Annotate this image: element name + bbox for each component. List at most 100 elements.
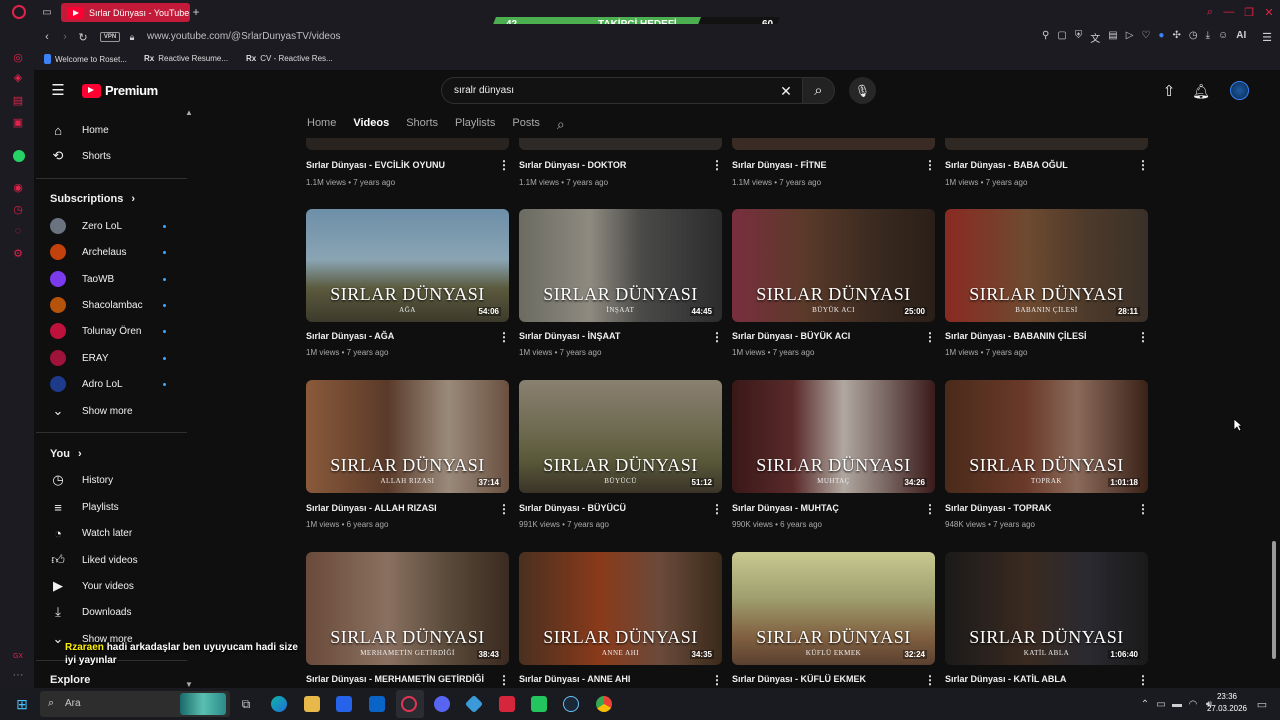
sidebar-item-subscription[interactable]: TaoWB [50, 267, 114, 291]
gx-icon[interactable]: GX [12, 650, 24, 662]
sidebar-scroll-up-icon[interactable]: ▲ [185, 108, 193, 117]
more-options-icon[interactable]: ⋮ [711, 674, 723, 686]
reader-icon[interactable]: ▤ [1108, 30, 1117, 44]
windows-start-icon[interactable]: ⊞ [14, 696, 30, 712]
shield-icon[interactable]: ⛨ [1075, 30, 1083, 44]
discord-icon[interactable] [434, 696, 450, 712]
video-card[interactable]: SIRLAR DÜNYASI İNŞAAT 44:45 Sırlar Dünya… [519, 209, 723, 364]
more-options-icon[interactable]: ⋮ [498, 331, 510, 343]
more-options-icon[interactable]: ⋮ [924, 159, 936, 171]
workspaces-icon[interactable]: ◈ [12, 71, 24, 84]
video-card[interactable]: SIRLAR DÜNYASI MERHAMETİN GETİRDİĞİ 38:4… [306, 552, 510, 688]
history-icon-browser[interactable]: ◷ [1189, 30, 1198, 44]
subscriptions-header[interactable]: Subscriptions › [50, 187, 135, 211]
puzzle-icon[interactable]: ✣ [1172, 30, 1180, 44]
minimize-button[interactable]: — [1222, 5, 1236, 19]
video-title[interactable]: Sırlar Dünyası - EVCİLİK OYUNU [306, 160, 445, 170]
clock[interactable]: 23:36 27.03.2026 [1202, 691, 1252, 715]
more-options-icon[interactable]: ⋮ [1137, 159, 1149, 171]
video-card[interactable]: SIRLAR DÜNYASI MUHTAÇ 34:26 Sırlar Dünya… [732, 380, 936, 535]
ai-button[interactable]: AI [1236, 30, 1246, 44]
tab-shorts[interactable]: Shorts [406, 117, 438, 133]
video-card[interactable]: Sırlar Dünyası - EVCİLİK OYUNU 1.1M view… [306, 150, 510, 190]
video-thumbnail[interactable]: SIRLAR DÜNYASI ALLAH RIZASI 37:14 [306, 380, 509, 493]
maximize-button[interactable]: ❐ [1242, 5, 1256, 19]
app-icon-green[interactable] [531, 696, 547, 712]
video-title[interactable]: Sırlar Dünyası - İNŞAAT [519, 331, 620, 341]
video-title[interactable]: Sırlar Dünyası - MERHAMETİN GETİRDİĞİ [306, 674, 484, 684]
video-card[interactable]: SIRLAR DÜNYASI KATİL ABLA 1:06:40 Sırlar… [945, 552, 1149, 688]
video-card[interactable]: SIRLAR DÜNYASI BÜYÜCÜ 51:12 Sırlar Dünya… [519, 380, 723, 535]
outlook-icon[interactable] [369, 696, 385, 712]
search-box[interactable]: sıralr dünyası ✕ [441, 77, 803, 104]
more-options-icon[interactable]: ⋮ [498, 674, 510, 686]
video-thumbnail[interactable]: SIRLAR DÜNYASI İNŞAAT 44:45 [519, 209, 722, 322]
upload-icon[interactable]: ⇧ [1160, 82, 1178, 100]
video-thumbnail[interactable]: SIRLAR DÜNYASI BÜYÜCÜ 51:12 [519, 380, 722, 493]
bookmark-item[interactable]: Rx CV - Reactive Res... [246, 54, 333, 63]
more-options-icon[interactable]: ⋮ [1137, 331, 1149, 343]
sidebar-item-your-videos[interactable]: ▶ Your videos [50, 574, 134, 598]
video-card[interactable]: SIRLAR DÜNYASI TOPRAK 1:01:18 Sırlar Dün… [945, 380, 1149, 535]
sidebar-item-downloads[interactable]: ⤓ Downloads [50, 600, 131, 624]
video-card[interactable]: Sırlar Dünyası - DOKTOR 1.1M views • 7 y… [519, 150, 723, 190]
vpn-badge[interactable]: VPN [100, 32, 120, 42]
video-card[interactable]: SIRLAR DÜNYASI KÜFLÜ EKMEK 32:24 Sırlar … [732, 552, 936, 688]
blue-extension-icon[interactable]: ● [1158, 30, 1164, 44]
edge-icon[interactable] [271, 696, 287, 712]
more-options-icon[interactable]: ⋮ [924, 674, 936, 686]
video-card[interactable]: SIRLAR DÜNYASI BABANIN ÇİLESİ 28:11 Sırl… [945, 209, 1149, 364]
bookmark-item[interactable]: Welcome to Roset... [44, 54, 127, 64]
clear-search-icon[interactable]: ✕ [778, 83, 794, 99]
more-options-icon[interactable]: ⋮ [1137, 674, 1149, 686]
tab-manager-icon[interactable]: ▭ [40, 5, 54, 19]
more-options-icon[interactable]: ⋮ [711, 159, 723, 171]
more-options-icon[interactable]: ⋮ [498, 503, 510, 515]
clock-icon[interactable]: ◷ [12, 203, 24, 216]
twitch-icon[interactable]: ▤ [12, 94, 24, 107]
settings-icon[interactable]: ⚙ [12, 247, 24, 260]
sidebar-item-subscription[interactable]: Zero LoL [50, 214, 122, 238]
sidebar-item-subscription[interactable]: Shacolambac [50, 293, 143, 317]
tab-posts[interactable]: Posts [512, 117, 540, 133]
channel-search-icon[interactable]: ⌕ [557, 117, 565, 133]
avatar[interactable] [1230, 81, 1249, 100]
you-header[interactable]: You › [50, 442, 82, 466]
video-thumbnail[interactable]: SIRLAR DÜNYASI MUHTAÇ 34:26 [732, 380, 935, 493]
video-card[interactable]: SIRLAR DÜNYASI BÜYÜK ACI 25:00 Sırlar Dü… [732, 209, 936, 364]
video-title[interactable]: Sırlar Dünyası - BABANIN ÇİLESİ [945, 331, 1087, 341]
sidebar-item-watch-later[interactable]: ◔ Watch later [50, 521, 132, 545]
tab-videos[interactable]: Videos [353, 117, 389, 133]
snapshot-icon[interactable]: ▢ [1057, 30, 1066, 44]
sidebar-item-subscription[interactable]: Tolunay Ören [50, 319, 141, 343]
reload-icon[interactable]: ↻ [76, 30, 90, 44]
sidebar-item-subscription[interactable]: Archelaus [50, 240, 126, 264]
more-options-icon[interactable]: ⋮ [711, 331, 723, 343]
more-icon[interactable]: ··· [12, 669, 24, 681]
opera-logo-icon[interactable] [12, 5, 26, 19]
forward-icon[interactable]: › [58, 30, 72, 44]
more-options-icon[interactable]: ⋮ [924, 331, 936, 343]
video-card[interactable]: Sırlar Dünyası - FİTNE 1.1M views • 7 ye… [732, 150, 936, 190]
play-icon[interactable]: ▷ [1126, 30, 1134, 44]
heart-icon[interactable]: ♡ [1141, 30, 1150, 44]
video-title[interactable]: Sırlar Dünyası - MUHTAÇ [732, 503, 839, 513]
sidebar-item-liked-videos[interactable]: 👍︎ Liked videos [50, 548, 137, 572]
url-field[interactable]: www.youtube.com/@SrlarDunyasTV/videos [147, 31, 341, 42]
page-scrollbar[interactable] [1270, 75, 1278, 687]
video-thumbnail[interactable]: SIRLAR DÜNYASI ANNE AHI 34:35 [519, 552, 722, 665]
new-tab-button[interactable]: + [190, 5, 202, 19]
network-icon[interactable]: ▭ [1155, 697, 1167, 711]
video-title[interactable]: Sırlar Dünyası - BÜYÜK ACI [732, 331, 850, 341]
sidebar-item-home[interactable]: ⌂ Home [50, 118, 109, 142]
video-card[interactable]: Sırlar Dünyası - BABA OĞUL 1M views • 7 … [945, 150, 1149, 190]
more-options-icon[interactable]: ⋮ [924, 503, 936, 515]
messenger-icon[interactable]: ▣ [12, 116, 24, 129]
battery-icon[interactable]: ▬ [1171, 697, 1183, 711]
video-card[interactable]: SIRLAR DÜNYASI AĞA 54:06 Sırlar Dünyası … [306, 209, 510, 364]
steam-icon[interactable] [563, 696, 579, 712]
more-options-icon[interactable]: ⋮ [711, 503, 723, 515]
video-title[interactable]: Sırlar Dünyası - TOPRAK [945, 503, 1051, 513]
tab-home[interactable]: Home [307, 117, 336, 133]
video-thumbnail[interactable]: SIRLAR DÜNYASI MERHAMETİN GETİRDİĞİ 38:4… [306, 552, 509, 665]
